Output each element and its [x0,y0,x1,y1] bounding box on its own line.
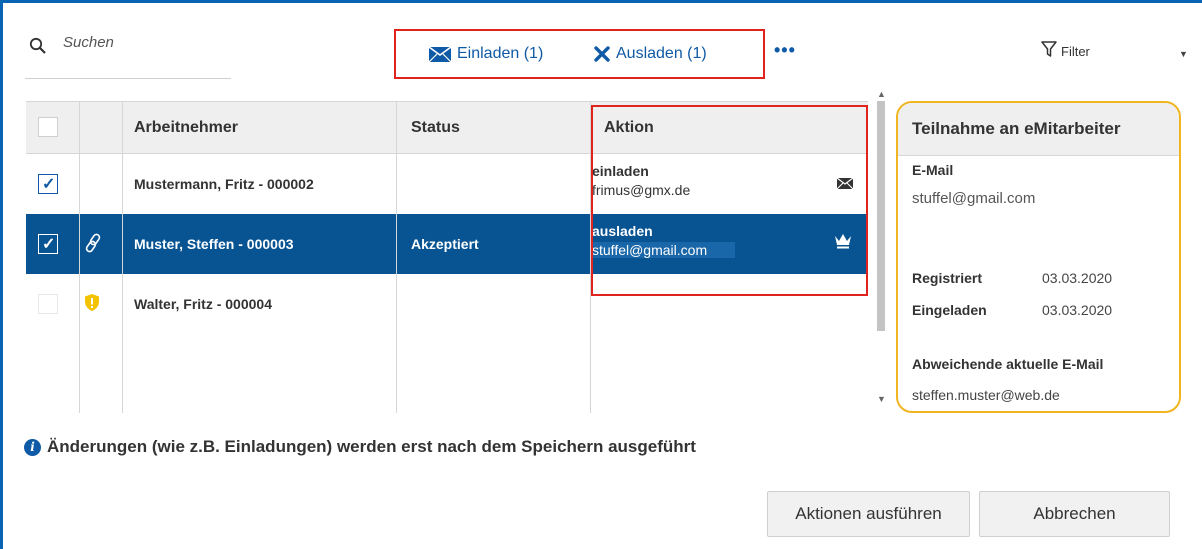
employee-name: Mustermann, Fritz - 000002 [134,176,314,192]
run-actions-button[interactable]: Aktionen ausführen [767,491,970,537]
shield-warning-icon [84,293,100,317]
header-employee[interactable]: Arbeitnehmer [134,119,238,137]
header-status[interactable]: Status [411,119,460,137]
uninvite-label: Ausladen (1) [616,45,707,62]
info-message: i Änderungen (wie z.B. Einladungen) werd… [24,437,696,457]
email-value: stuffel@gmail.com [912,190,1036,207]
alt-email-label: Abweichende aktuelle E-Mail [912,356,1104,372]
alt-email-value: steffen.muster@web.de [912,387,1060,403]
scroll-up-icon[interactable]: ▲ [877,89,886,99]
panel-title: Teilnahme an eMitarbeiter [912,119,1121,138]
select-all-checkbox[interactable] [38,117,58,137]
invite-label: Einladen (1) [457,45,544,62]
invited-label: Eingeladen [912,302,987,318]
column-divider [396,101,397,413]
filter-dropdown[interactable]: Filter [1041,41,1090,61]
chevron-down-icon[interactable]: ▼ [1179,49,1188,59]
checkmark-icon: ✓ [42,236,56,253]
table-scrollbar[interactable]: ▲ ▼ [875,89,887,413]
checkmark-icon: ✓ [42,176,56,193]
link-icon [84,233,102,258]
info-icon: i [24,438,41,456]
filter-label: Filter [1061,43,1090,59]
envelope-icon [429,46,451,62]
registered-label: Registriert [912,270,983,286]
dialog-frame: Suchen Einladen (1) Ausladen (1) ••• Fil… [0,0,1202,549]
employee-name: Walter, Fritz - 000004 [134,296,272,312]
participation-panel: Teilnahme an eMitarbeiter E-Mail stuffel… [896,101,1181,413]
employee-status: Akzeptiert [411,236,479,252]
panel-header: Teilnahme an eMitarbeiter [898,103,1179,156]
uninvite-button[interactable]: Ausladen (1) [594,45,707,63]
filter-icon [1041,41,1057,61]
scrollbar-thumb[interactable] [877,101,885,331]
invited-date: 03.03.2020 [1042,302,1113,318]
registered-date: 03.03.2020 [1042,270,1113,286]
invite-button[interactable]: Einladen (1) [429,45,543,63]
cancel-button[interactable]: Abbrechen [979,491,1170,537]
more-options-button[interactable]: ••• [774,40,796,61]
row-checkbox[interactable]: ✓ [38,174,58,194]
close-icon [594,46,610,62]
row-checkbox[interactable]: ✓ [38,234,58,254]
bulk-actions-highlight: Einladen (1) Ausladen (1) [394,29,765,79]
email-label: E-Mail [912,162,954,178]
column-divider [122,101,123,413]
search-icon [29,37,47,55]
row-checkbox-disabled [38,294,58,314]
search-field[interactable]: Suchen [25,29,231,79]
employee-name: Muster, Steffen - 000003 [134,236,294,252]
column-divider [79,101,80,413]
action-column-highlight [591,105,868,296]
scroll-down-icon[interactable]: ▼ [877,394,886,404]
info-text: Änderungen (wie z.B. Einladungen) werden… [47,437,696,456]
search-placeholder: Suchen [63,34,114,51]
